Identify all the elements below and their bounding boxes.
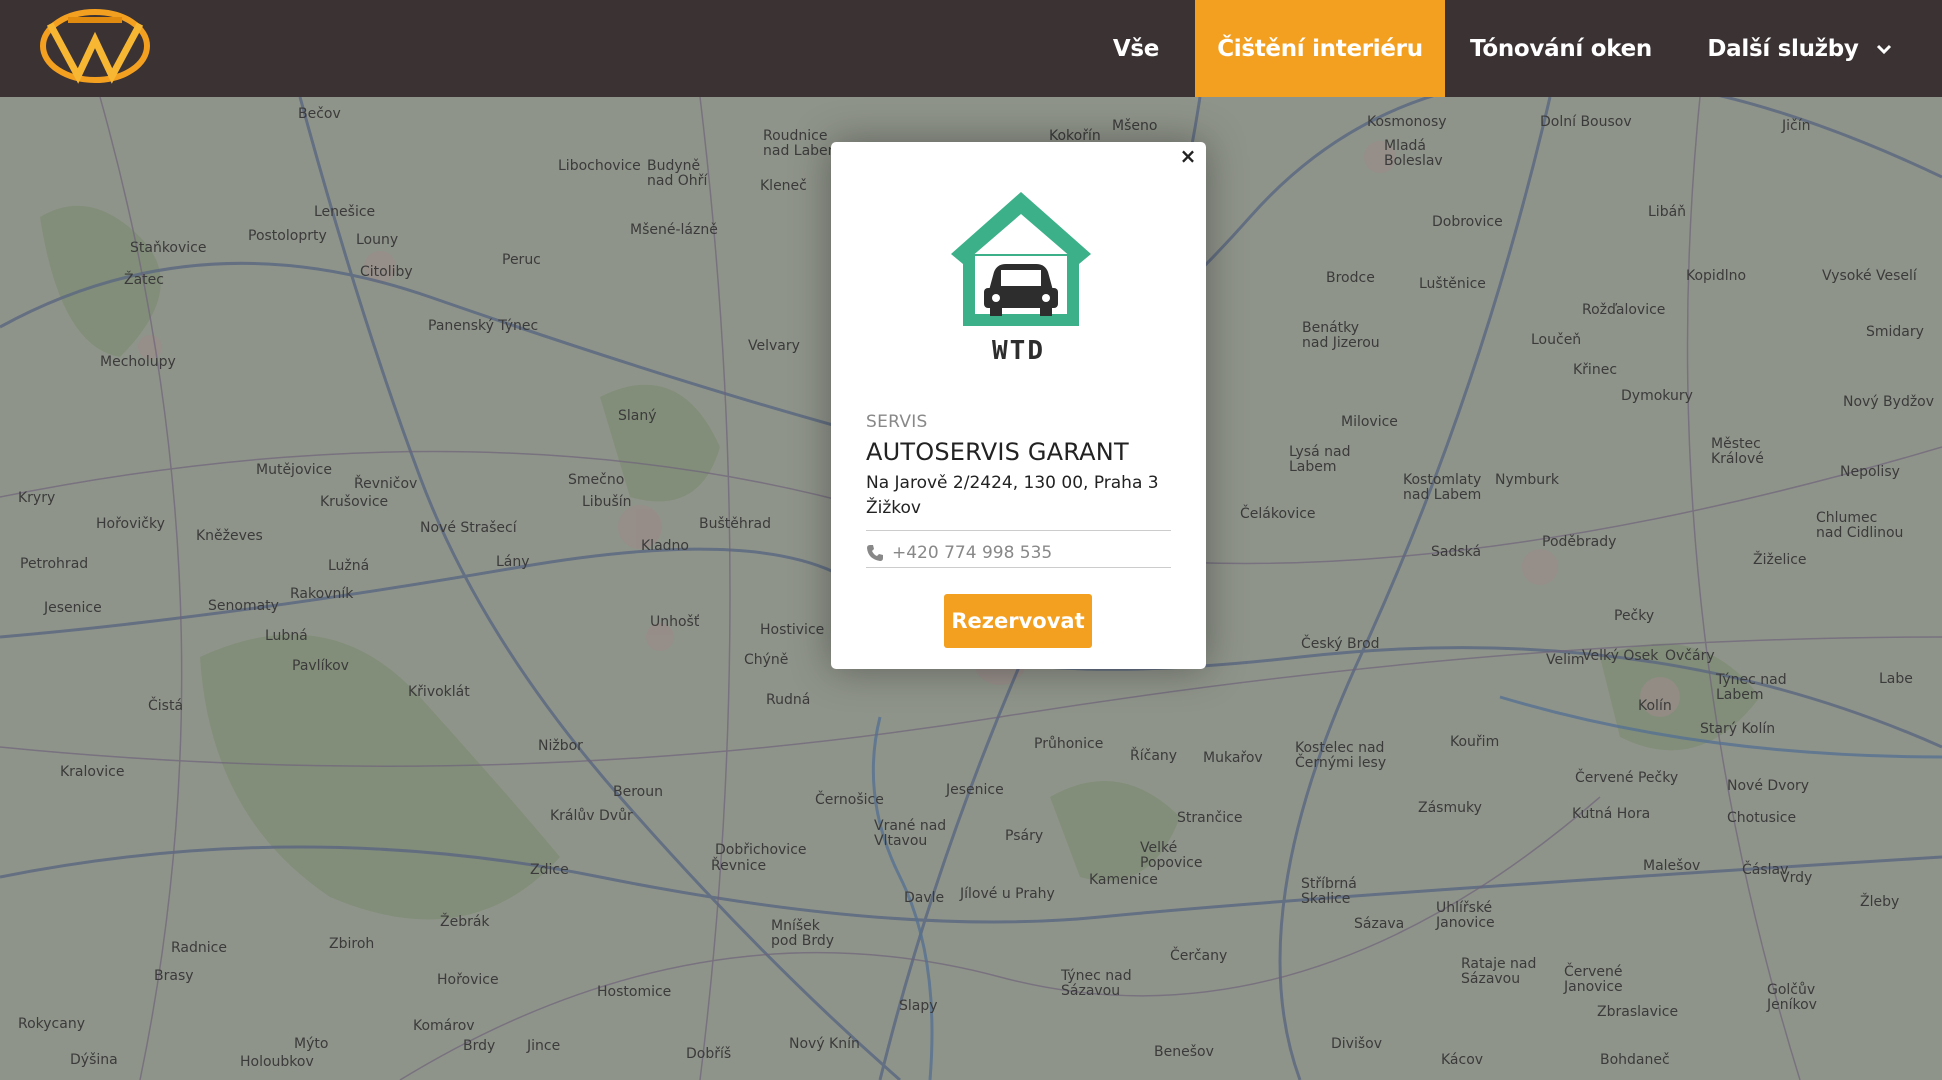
- nav-item-window-tinting[interactable]: Tónování oken: [1468, 0, 1654, 97]
- phone-row[interactable]: +420 774 998 535: [866, 535, 1171, 571]
- nav-item-all[interactable]: Vše: [1096, 0, 1176, 97]
- brand-name: WTD: [992, 336, 1045, 366]
- garage-car-logo: [951, 192, 1091, 326]
- chevron-down-icon: [1876, 44, 1891, 54]
- nav-item-more-services[interactable]: Další služby: [1700, 0, 1900, 97]
- close-button[interactable]: ×: [1176, 144, 1200, 168]
- service-category: SERVIS: [866, 412, 928, 432]
- address-line-2: Žižkov: [866, 498, 921, 518]
- service-detail-modal: × WTD SERVIS AUTOSERVIS GARANT Na Jarově…: [831, 142, 1206, 669]
- nav-item-interior-cleaning[interactable]: Čištění interiéru: [1195, 0, 1445, 97]
- divider: [866, 530, 1171, 531]
- top-navbar: Vše Čištění interiéru Tónování oken Dalš…: [0, 0, 1942, 97]
- wtd-logo[interactable]: [38, 6, 152, 86]
- nav-more-label: Další služby: [1707, 35, 1859, 62]
- phone-number[interactable]: +420 774 998 535: [892, 543, 1052, 563]
- service-name: AUTOSERVIS GARANT: [866, 438, 1129, 466]
- address-line-1: Na Jarově 2/2424, 130 00, Praha 3: [866, 473, 1159, 493]
- phone-icon: [867, 545, 883, 561]
- service-address: Na Jarově 2/2424, 130 00, Praha 3 Žižkov: [866, 471, 1176, 521]
- book-button[interactable]: Rezervovat: [944, 594, 1092, 648]
- divider: [866, 567, 1171, 568]
